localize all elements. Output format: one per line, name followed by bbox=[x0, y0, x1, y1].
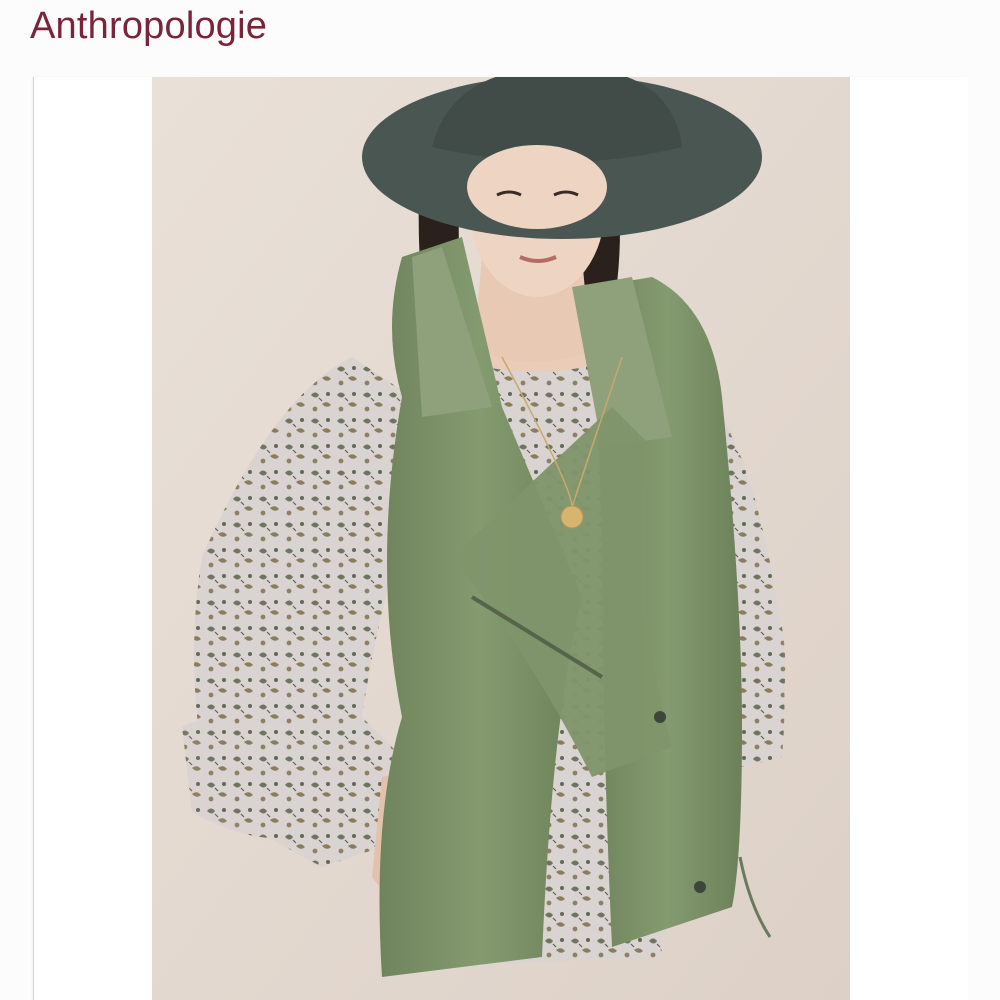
product-photo[interactable] bbox=[152, 77, 850, 1000]
vest-button bbox=[654, 711, 666, 723]
brand-name[interactable]: Anthropologie bbox=[30, 2, 267, 50]
necklace-pendant bbox=[560, 505, 584, 529]
vest-button bbox=[694, 881, 706, 893]
listing-page: Anthropologie bbox=[0, 0, 1000, 1000]
product-photo-illustration bbox=[152, 77, 850, 1000]
